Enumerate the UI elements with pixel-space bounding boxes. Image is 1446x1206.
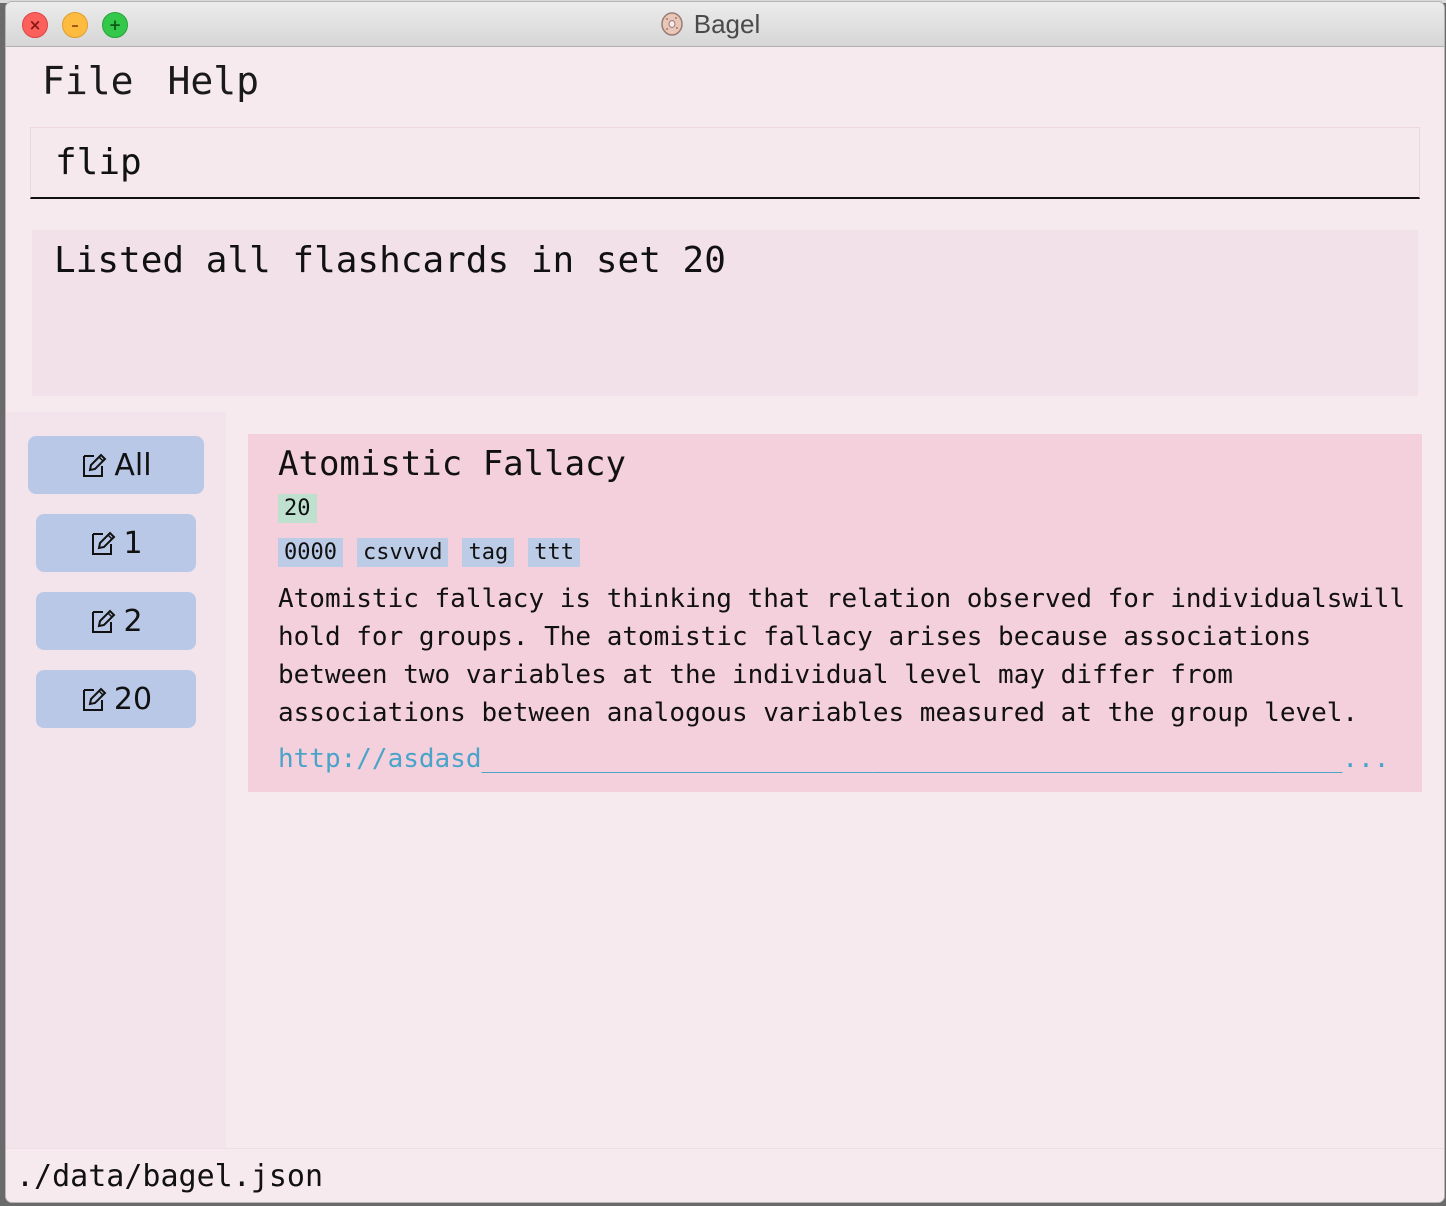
menu-bar: File Help [6,47,1444,115]
data-file-path: ./data/bagel.json [16,1158,324,1194]
result-display: Listed all flashcards in set 20 [32,230,1418,396]
tag: tag [462,538,515,567]
menu-help[interactable]: Help [168,59,260,103]
window-title: Bagel [693,8,761,39]
app-icon [661,12,683,36]
set-button-20[interactable]: 20 [36,670,196,728]
tag: 0000 [278,538,343,567]
set-button-2[interactable]: 2 [36,592,196,650]
edit-icon [83,453,107,477]
flashcard-title: Atomistic Fallacy [278,444,626,484]
edit-icon [82,687,107,711]
set-button-label: 2 [123,603,143,639]
title-bar: × – + Bagel [6,2,1444,47]
edit-icon [92,609,116,633]
app-window: × – + Bagel File Help flip Listed all fl… [6,2,1444,1202]
tag: csvvvd [356,538,449,567]
set-badge: 20 [278,494,317,523]
flashcard-link[interactable]: http://asdasd___________________________… [278,744,1408,774]
set-button-label: 1 [123,525,143,561]
flashcard[interactable]: Atomistic Fallacy 20 0000 csvvvd tag ttt… [248,434,1422,792]
command-input[interactable]: flip [30,127,1420,199]
set-sidebar: All 1 2 20 [6,412,226,1148]
title-group: Bagel [6,2,1444,46]
set-button-label: All [114,447,152,483]
flashcard-list: Atomistic Fallacy 20 0000 csvvvd tag ttt… [226,412,1444,1148]
menu-file[interactable]: File [42,59,134,103]
set-button-label: 20 [113,681,153,717]
set-button-all[interactable]: All [28,436,204,494]
set-button-1[interactable]: 1 [36,514,196,572]
tag: ttt [528,538,580,567]
flashcard-description: Atomistic fallacy is thinking that relat… [278,584,1406,728]
command-area: flip [6,115,1444,215]
status-bar: ./data/bagel.json [6,1148,1444,1202]
tag-list: 0000 csvvvd tag ttt [278,538,594,567]
edit-icon [92,531,116,555]
